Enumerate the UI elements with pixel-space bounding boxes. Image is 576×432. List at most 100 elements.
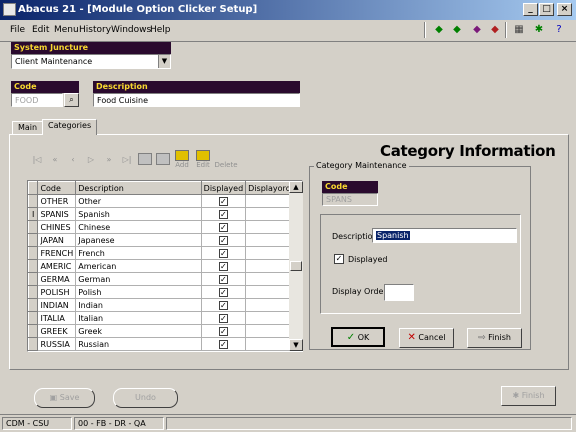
cell-displayed[interactable]: ✓ (200, 194, 247, 208)
cell-displayed[interactable]: ✓ (200, 311, 247, 325)
table-row[interactable]: AMERIC American ✓ (28, 259, 302, 273)
column-header-code[interactable]: Code (37, 181, 77, 195)
cell-description[interactable]: Italian (75, 311, 202, 325)
cm-description-input[interactable]: Spanish (372, 228, 517, 243)
next-record-icon[interactable]: ▷ (84, 154, 98, 166)
menu-help[interactable]: Help (150, 25, 171, 35)
table-row[interactable]: OTHER Other ✓ 99 (28, 194, 302, 208)
calculator-icon[interactable]: ▦ (511, 22, 527, 38)
exit-icon[interactable]: ✱ (531, 22, 547, 38)
save-button[interactable]: ▣ Save (34, 388, 95, 408)
cell-description[interactable]: Chinese (75, 220, 202, 234)
checkbox[interactable]: ✓ (218, 287, 228, 297)
refresh-icon[interactable] (138, 153, 152, 165)
table-row[interactable]: POLISH Polish ✓ (28, 285, 302, 299)
checkbox[interactable]: ✓ (218, 300, 228, 310)
table-row[interactable]: GERMA German ✓ (28, 272, 302, 286)
cell-code[interactable]: RUSSIA (37, 337, 77, 351)
cell-code[interactable]: FRENCH (37, 246, 77, 260)
cell-code[interactable]: OTHER (37, 194, 77, 208)
cell-description[interactable]: American (75, 259, 202, 273)
table-row[interactable]: FRENCH French ✓ (28, 246, 302, 260)
cancel-button[interactable]: ✕ Cancel (399, 328, 454, 348)
chevron-down-icon[interactable]: ▼ (158, 55, 170, 68)
cell-description[interactable]: Japanese (75, 233, 202, 247)
scroll-thumb[interactable] (290, 261, 302, 271)
cell-code[interactable]: AMERIC (37, 259, 77, 273)
cell-description[interactable]: Other (75, 194, 202, 208)
cell-description[interactable]: Indian (75, 298, 202, 312)
history-icon[interactable]: ◆ (469, 22, 485, 38)
checkbox[interactable]: ✓ (218, 248, 228, 258)
cell-code[interactable]: ITALIA (37, 311, 77, 325)
prev-record-icon[interactable]: ‹ (66, 154, 80, 166)
table-row[interactable]: INDIAN Indian ✓ (28, 298, 302, 312)
checkbox[interactable]: ✓ (218, 209, 228, 219)
bookmark-icon[interactable]: ◆ (487, 22, 503, 38)
checkbox[interactable]: ✓ (218, 222, 228, 232)
table-row[interactable]: JAPAN Japanese ✓ (28, 233, 302, 247)
cell-displayed[interactable]: ✓ (200, 259, 247, 273)
category-grid[interactable]: Code Description Displayed Displayorder … (27, 180, 303, 352)
table-row[interactable]: GREEK Greek ✓ (28, 324, 302, 338)
cell-code[interactable]: INDIAN (37, 298, 77, 312)
menu-file[interactable]: File (10, 25, 25, 35)
menu-history[interactable]: History (79, 25, 111, 35)
cell-displayed[interactable]: ✓ (200, 233, 247, 247)
scroll-down-icon[interactable]: ▼ (289, 339, 303, 351)
description-input[interactable]: Food Cuisine (93, 93, 300, 107)
cell-description[interactable]: Russian (75, 337, 202, 351)
menu-menu[interactable]: Menu (54, 25, 79, 35)
cell-description[interactable]: Greek (75, 324, 202, 338)
back-arrow-icon[interactable]: ◆ (431, 22, 447, 38)
cell-displayed[interactable]: ✓ (200, 285, 247, 299)
edit-button[interactable]: Edit (191, 150, 215, 172)
bottom-finish-button[interactable]: ✱ Finish (501, 386, 556, 406)
checkbox[interactable]: ✓ (218, 235, 228, 245)
table-row[interactable]: CHINES Chinese ✓ (28, 220, 302, 234)
cell-displayed[interactable]: ✓ (200, 298, 247, 312)
cell-code[interactable]: JAPAN (37, 233, 77, 247)
minimize-icon[interactable]: _ (523, 3, 538, 16)
cell-code[interactable]: GERMA (37, 272, 77, 286)
cell-code[interactable]: SPANIS (37, 207, 77, 221)
next-page-icon[interactable]: » (102, 154, 116, 166)
code-input[interactable]: FOOD (11, 93, 63, 107)
cell-code[interactable]: GREEK (37, 324, 77, 338)
checkbox[interactable]: ✓ (218, 261, 228, 271)
help-icon[interactable]: ? (551, 22, 567, 38)
cell-displayed[interactable]: ✓ (200, 207, 247, 221)
first-record-icon[interactable]: |◁ (30, 154, 44, 166)
tab-main[interactable]: Main (12, 121, 44, 135)
cm-displayed-checkbox[interactable]: ✓ (334, 254, 344, 264)
grid-scrollbar[interactable]: ▲ ▼ (289, 181, 303, 351)
checkbox[interactable]: ✓ (218, 313, 228, 323)
undo-button[interactable]: Undo (113, 388, 178, 408)
delete-button[interactable]: Delete (214, 150, 238, 172)
forward-arrow-icon[interactable]: ◆ (449, 22, 465, 38)
maximize-icon[interactable]: □ (539, 3, 554, 16)
cm-code-input[interactable]: SPANS (322, 193, 378, 206)
column-header-displayed[interactable]: Displayed (200, 181, 247, 195)
cell-displayed[interactable]: ✓ (200, 272, 247, 286)
finish-button[interactable]: ⇨ Finish (467, 328, 522, 348)
cell-displayed[interactable]: ✓ (200, 324, 247, 338)
cm-display-order-input[interactable] (384, 284, 414, 301)
checkbox[interactable]: ✓ (218, 326, 228, 336)
title-bar[interactable]: Abacus 21 - [Module Option Clicker Setup… (0, 0, 576, 20)
cell-code[interactable]: POLISH (37, 285, 77, 299)
table-row[interactable]: RUSSIA Russian ✓ (28, 337, 302, 351)
cell-description[interactable]: French (75, 246, 202, 260)
table-row[interactable]: ITALIA Italian ✓ (28, 311, 302, 325)
prev-page-icon[interactable]: « (48, 154, 62, 166)
checkbox[interactable]: ✓ (218, 196, 228, 206)
cell-description[interactable]: German (75, 272, 202, 286)
tab-categories[interactable]: Categories (42, 119, 98, 135)
system-juncture-select[interactable]: Client Maintenance ▼ (11, 54, 171, 69)
column-header-description[interactable]: Description (75, 181, 202, 195)
menu-windows[interactable]: Windows (111, 25, 151, 35)
checkbox[interactable]: ✓ (218, 274, 228, 284)
ok-button[interactable]: ✓ OK (331, 327, 385, 347)
cell-description[interactable]: Polish (75, 285, 202, 299)
cell-code[interactable]: CHINES (37, 220, 77, 234)
